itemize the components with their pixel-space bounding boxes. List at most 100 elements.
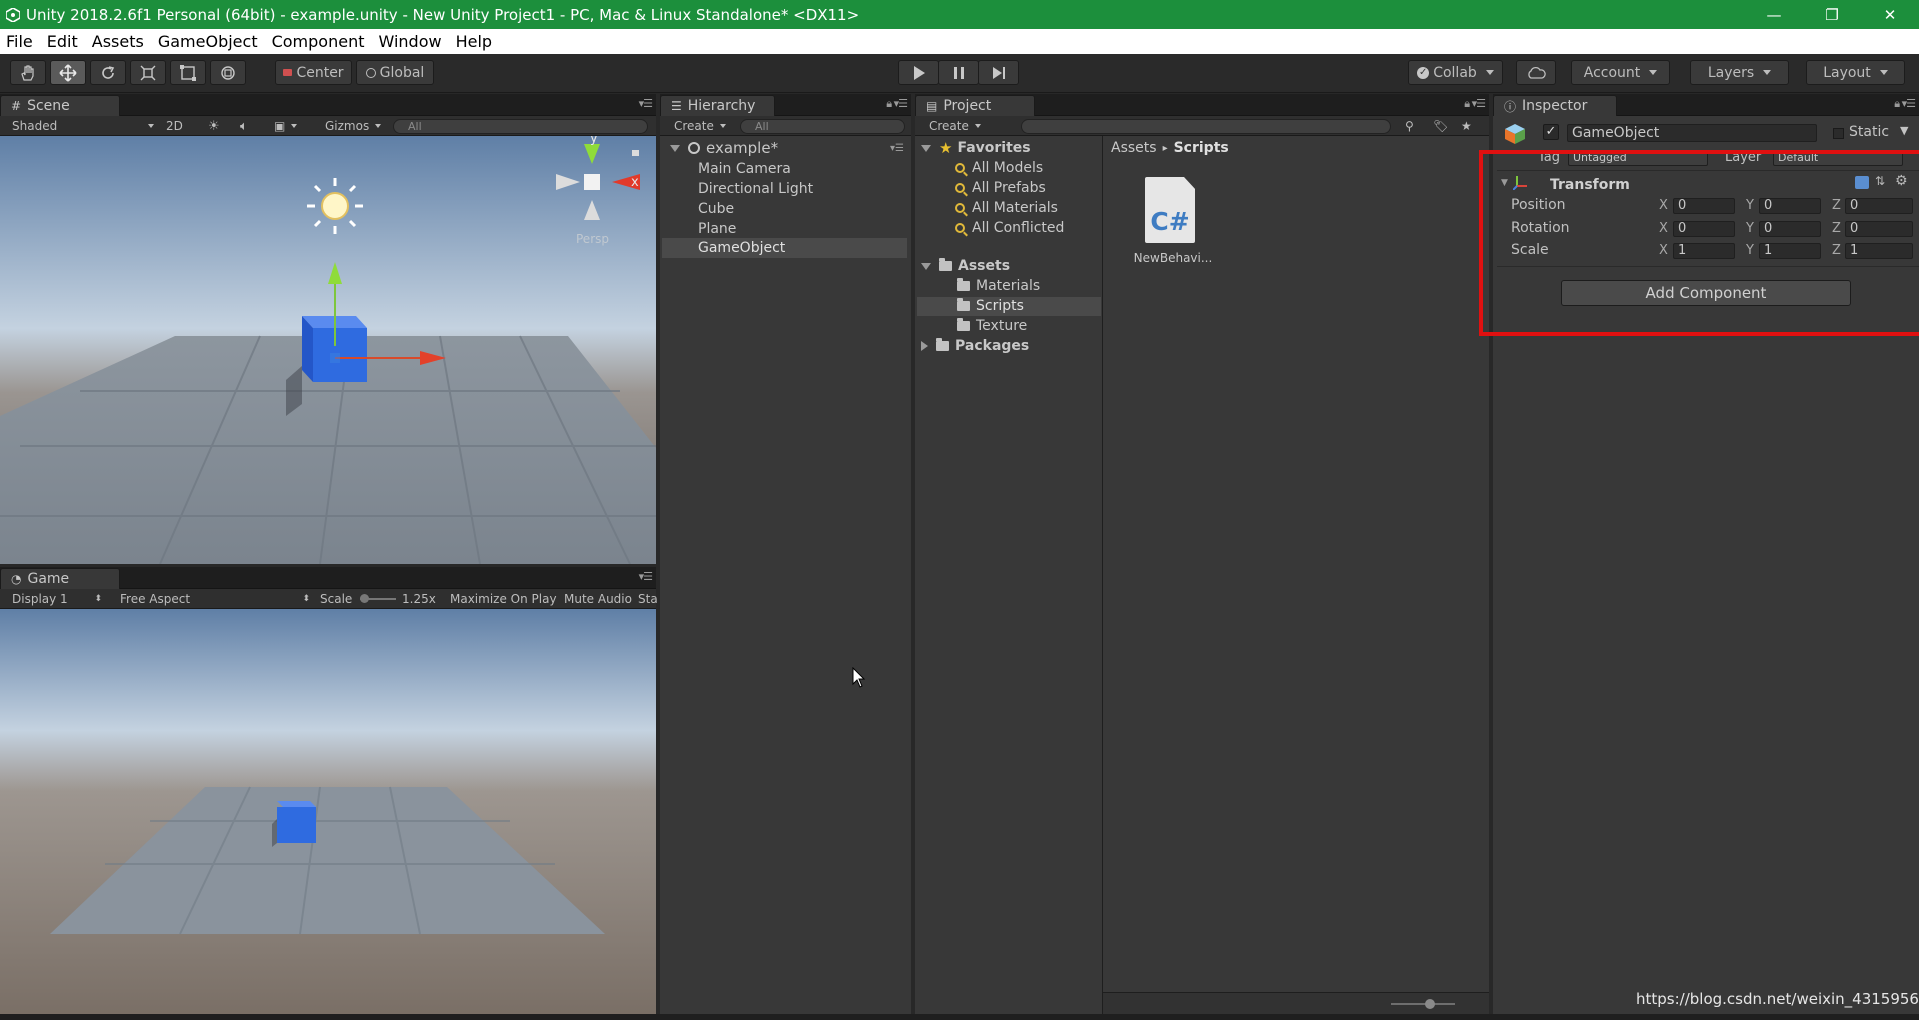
game-tabstrip: ◔ Game ▾☰ bbox=[0, 567, 656, 589]
minimize-button[interactable]: — bbox=[1745, 0, 1803, 29]
tab-project[interactable]: ▤ Project bbox=[915, 95, 1035, 116]
restore-button[interactable]: ❐ bbox=[1803, 0, 1861, 29]
slider-thumb[interactable] bbox=[1425, 999, 1435, 1009]
expand-arrow-icon[interactable] bbox=[670, 144, 680, 152]
favorite-all-models[interactable]: All Models bbox=[955, 159, 1043, 177]
breadcrumb-assets[interactable]: Assets bbox=[1111, 140, 1157, 156]
scene-view-viewport[interactable]: y x Persp bbox=[0, 136, 656, 564]
close-button[interactable]: ✕ bbox=[1861, 0, 1919, 29]
lock-icon[interactable] bbox=[632, 150, 639, 156]
aspect-dropdown[interactable]: Free Aspect ⬍ bbox=[120, 591, 310, 607]
hand-tool-button[interactable] bbox=[10, 60, 46, 85]
panel-menu-icon[interactable]: ▾☰ bbox=[639, 97, 653, 110]
static-checkbox[interactable] bbox=[1833, 128, 1844, 139]
step-button[interactable] bbox=[978, 60, 1019, 85]
favorite-all-prefabs[interactable]: All Prefabs bbox=[955, 179, 1046, 197]
scale-slider[interactable] bbox=[360, 591, 396, 607]
icon-size-slider[interactable] bbox=[1391, 1003, 1455, 1005]
2d-toggle[interactable]: 2D bbox=[166, 118, 183, 134]
scene-root-item[interactable]: example* ▾☰ bbox=[670, 139, 910, 157]
folder-materials[interactable]: Materials bbox=[957, 277, 1040, 295]
favorites-header[interactable]: ★ Favorites bbox=[921, 139, 1031, 157]
menu-edit[interactable]: Edit bbox=[47, 32, 78, 51]
gizmo-x-label: x bbox=[631, 175, 639, 190]
globe-icon bbox=[365, 67, 376, 78]
filter-by-label-icon[interactable]: 🏷︎ bbox=[1433, 118, 1448, 134]
hierarchy-item-directional-light[interactable]: Directional Light bbox=[698, 180, 813, 198]
active-checkbox[interactable]: ✓ bbox=[1543, 124, 1559, 140]
hierarchy-create-button[interactable]: Create bbox=[674, 118, 726, 134]
menu-assets[interactable]: Assets bbox=[92, 32, 144, 51]
transform-tool-button[interactable] bbox=[210, 60, 246, 85]
pause-button[interactable] bbox=[938, 60, 979, 85]
audio-toggle-icon[interactable]: 🔈︎ bbox=[240, 118, 248, 134]
shading-dropdown[interactable]: Shaded bbox=[12, 118, 154, 134]
folder-scripts[interactable]: Scripts bbox=[957, 297, 1024, 315]
static-dropdown-icon[interactable]: ▼ bbox=[1900, 124, 1908, 137]
favorite-all-conflicted[interactable]: All Conflicted bbox=[955, 219, 1064, 237]
pivot-center-button[interactable]: Center bbox=[275, 60, 352, 85]
tab-hierarchy[interactable]: ☰ Hierarchy bbox=[660, 95, 775, 116]
layout-dropdown[interactable]: Layout bbox=[1806, 60, 1905, 85]
expand-arrow-icon[interactable] bbox=[921, 144, 931, 152]
project-create-button[interactable]: Create bbox=[929, 118, 981, 134]
lighting-toggle-icon[interactable]: ☀ bbox=[208, 118, 220, 134]
pivot-global-button[interactable]: Global bbox=[356, 60, 434, 85]
hierarchy-item-gameobject[interactable]: GameObject bbox=[698, 239, 785, 257]
object-name-field[interactable]: GameObject bbox=[1567, 124, 1817, 142]
display-dropdown[interactable]: Display 1 ⬍ bbox=[12, 591, 102, 607]
move-tool-button[interactable] bbox=[50, 60, 86, 85]
hierarchy-item-plane[interactable]: Plane bbox=[698, 220, 736, 238]
packages-folder[interactable]: Packages bbox=[921, 337, 1029, 355]
layers-dropdown[interactable]: Layers bbox=[1690, 60, 1789, 85]
panel-menu-icon[interactable]: 🔒︎ ▾☰ bbox=[1464, 97, 1486, 111]
folder-texture[interactable]: Texture bbox=[957, 317, 1027, 335]
tab-game[interactable]: ◔ Game bbox=[0, 568, 120, 589]
tab-scene[interactable]: # Scene bbox=[0, 95, 120, 116]
favorites-star-icon[interactable]: ★ bbox=[1461, 118, 1472, 134]
game-view-viewport[interactable] bbox=[0, 609, 656, 1014]
filter-by-type-icon[interactable]: ⚲ bbox=[1405, 118, 1414, 134]
hierarchy-search-input[interactable]: All bbox=[740, 119, 905, 134]
rect-tool-button[interactable] bbox=[170, 60, 206, 85]
panel-menu-icon[interactable]: ▾☰ bbox=[639, 570, 653, 583]
star-icon: ★ bbox=[939, 139, 953, 157]
game-control-bar: Display 1 ⬍ Free Aspect ⬍ Scale 1.25x Maxi… bbox=[0, 589, 658, 609]
hierarchy-item-cube[interactable]: Cube bbox=[698, 200, 734, 218]
panel-menu-icon[interactable]: 🔒︎ ▾☰ bbox=[886, 97, 908, 111]
effects-dropdown-icon[interactable]: ▣ bbox=[274, 118, 297, 134]
mute-audio-toggle[interactable]: Mute Audio bbox=[564, 591, 632, 607]
cloud-button[interactable] bbox=[1516, 60, 1556, 85]
favorite-label: All Materials bbox=[972, 200, 1058, 216]
tab-inspector[interactable]: ⓘ Inspector bbox=[1493, 95, 1617, 116]
menu-component[interactable]: Component bbox=[272, 32, 365, 51]
favorite-all-materials[interactable]: All Materials bbox=[955, 199, 1058, 217]
scale-tool-button[interactable] bbox=[130, 60, 166, 85]
breadcrumb-scripts[interactable]: Scripts bbox=[1174, 140, 1229, 156]
create-label: Create bbox=[674, 119, 714, 133]
rotate-tool-button[interactable] bbox=[90, 60, 126, 85]
menu-window[interactable]: Window bbox=[378, 32, 441, 51]
menu-help[interactable]: Help bbox=[456, 32, 492, 51]
script-asset-tile[interactable]: C# NewBehavi... bbox=[1134, 177, 1212, 269]
scene-search-input[interactable]: All bbox=[393, 119, 648, 134]
assets-folder[interactable]: Assets bbox=[921, 257, 1010, 275]
maximize-on-play-toggle[interactable]: Maximize On Play bbox=[450, 591, 557, 607]
stats-toggle[interactable]: Sta bbox=[638, 591, 658, 607]
account-dropdown[interactable]: Account bbox=[1571, 60, 1670, 85]
scene-options-icon[interactable]: ▾☰ bbox=[890, 143, 904, 154]
project-splitter[interactable] bbox=[1102, 136, 1103, 1014]
collab-button[interactable]: ✓ Collab bbox=[1408, 60, 1503, 85]
project-search-input[interactable] bbox=[1021, 119, 1391, 134]
menu-gameobject[interactable]: GameObject bbox=[158, 32, 258, 51]
window-title: Unity 2018.2.6f1 Personal (64bit) - exam… bbox=[26, 5, 860, 24]
panel-menu-icon[interactable]: 🔒︎ ▾☰ bbox=[1894, 97, 1916, 111]
menu-file[interactable]: File bbox=[6, 32, 33, 51]
hierarchy-item-main-camera[interactable]: Main Camera bbox=[698, 160, 791, 178]
check-icon: ✓ bbox=[1417, 66, 1430, 79]
gizmos-dropdown[interactable]: Gizmos bbox=[325, 118, 381, 134]
pacman-icon: ◔ bbox=[11, 572, 22, 586]
expand-arrow-icon[interactable] bbox=[921, 262, 931, 270]
play-button[interactable] bbox=[898, 60, 939, 85]
collapsed-arrow-icon[interactable] bbox=[921, 341, 928, 351]
